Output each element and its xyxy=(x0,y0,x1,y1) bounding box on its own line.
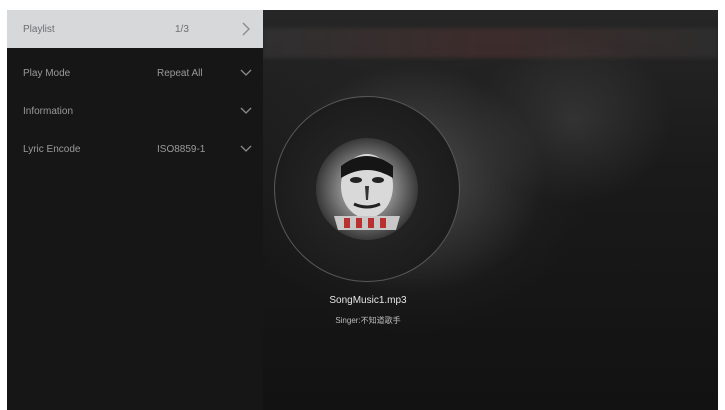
chevron-right-icon xyxy=(242,22,250,36)
singer-label: Singer:不知道歌手 xyxy=(335,316,401,325)
album-art-image xyxy=(334,154,400,230)
sidebar-item-value: ISO8859-1 xyxy=(157,143,206,155)
sidebar-item-label: Play Mode xyxy=(23,67,71,79)
music-player-screen: Playlist 1/3 Play Mode Repeat All Inform… xyxy=(7,10,718,410)
chevron-down-icon xyxy=(240,107,252,114)
sidebar-item-lyric-encode[interactable]: Lyric Encode ISO8859-1 xyxy=(7,130,263,168)
sidebar-item-value: Repeat All xyxy=(157,67,203,79)
sidebar-item-playlist[interactable]: Playlist 1/3 xyxy=(7,10,263,48)
sidebar-item-label: Lyric Encode xyxy=(23,143,81,155)
sidebar-item-label: Information xyxy=(23,105,74,117)
album-disc xyxy=(274,96,460,282)
song-title: SongMusic1.mp3 xyxy=(329,295,407,306)
sidebar-item-value: 1/3 xyxy=(175,23,189,35)
album-art xyxy=(316,138,418,240)
background-blur-strip xyxy=(263,28,718,58)
sidebar-item-label: Playlist xyxy=(23,23,55,35)
options-sidebar: Playlist 1/3 Play Mode Repeat All Inform… xyxy=(7,10,263,410)
chevron-down-icon xyxy=(240,69,252,76)
sidebar-item-information[interactable]: Information xyxy=(7,92,263,130)
chevron-down-icon xyxy=(240,145,252,152)
sidebar-item-play-mode[interactable]: Play Mode Repeat All xyxy=(7,54,263,92)
